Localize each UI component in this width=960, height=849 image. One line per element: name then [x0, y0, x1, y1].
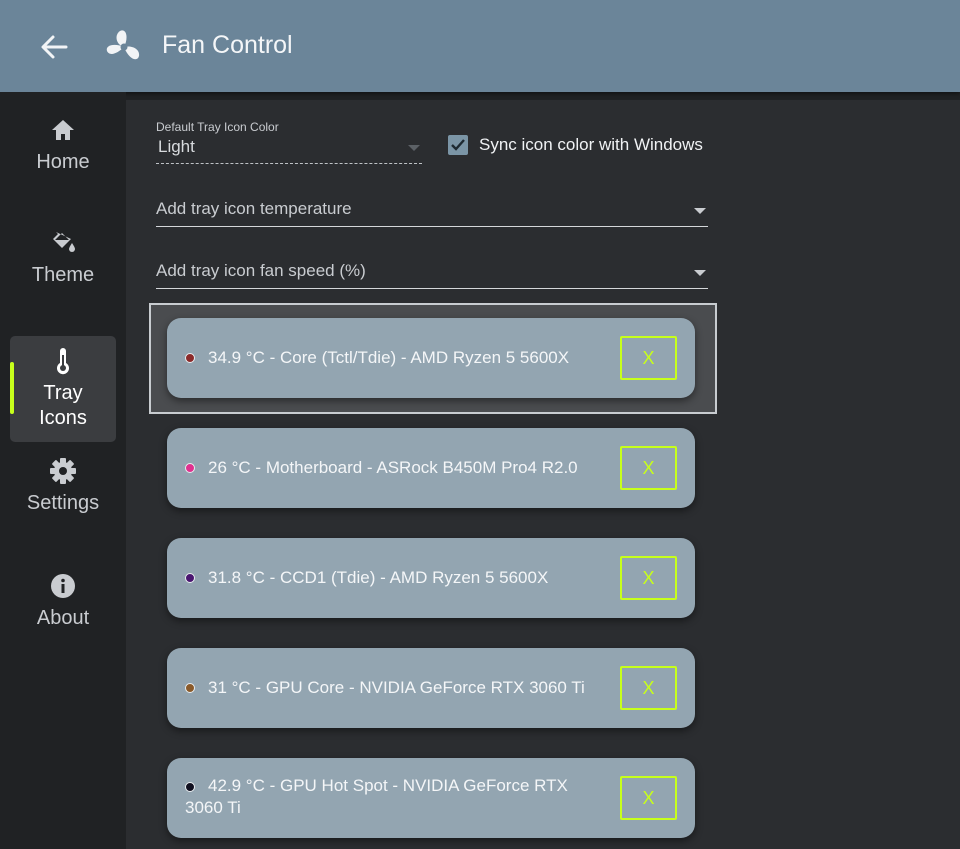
sensor-label: 31 °C - GPU Core - NVIDIA GeForce RTX 30…: [208, 678, 585, 697]
tray-icon-color-label: Default Tray Icon Color: [156, 120, 279, 134]
add-fan-speed-placeholder: Add tray icon fan speed (%): [156, 261, 366, 280]
remove-sensor-button[interactable]: X: [620, 446, 677, 490]
sensor-label: 26 °C - Motherboard - ASRock B450M Pro4 …: [208, 458, 578, 477]
home-icon: [52, 119, 74, 140]
remove-sensor-button[interactable]: X: [620, 666, 677, 710]
app-title: Fan Control: [162, 31, 293, 59]
paint-bucket-icon: [53, 231, 75, 252]
sensor-label: 42.9 °C - GPU Hot Spot - NVIDIA GeForce …: [185, 776, 568, 817]
add-temperature-placeholder: Add tray icon temperature: [156, 199, 352, 218]
remove-sensor-button[interactable]: X: [620, 556, 677, 600]
chevron-down-icon: [694, 270, 706, 276]
sensor-color-dot: [185, 573, 195, 583]
remove-sensor-button[interactable]: X: [620, 336, 677, 380]
nav-label-home: Home: [36, 150, 90, 173]
nav-label-about: About: [36, 606, 90, 629]
sensor-color-dot: [185, 463, 195, 473]
chevron-down-icon: [408, 145, 420, 151]
nav-label-settings: Settings: [26, 491, 100, 514]
nav-label-theme: Theme: [31, 263, 95, 286]
sensor-color-dot: [185, 683, 195, 693]
sensor-label: 34.9 °C - Core (Tctl/Tdie) - AMD Ryzen 5…: [208, 348, 570, 367]
tray-sensor-card[interactable]: 31.8 °C - CCD1 (Tdie) - AMD Ryzen 5 5600…: [167, 538, 695, 618]
tray-sensor-card[interactable]: 34.9 °C - Core (Tctl/Tdie) - AMD Ryzen 5…: [167, 318, 695, 398]
add-temperature-select[interactable]: Add tray icon temperature: [156, 194, 708, 227]
sensor-color-dot: [185, 353, 195, 363]
nav-item-home[interactable]: Home: [10, 92, 116, 198]
sensor-label: 31.8 °C - CCD1 (Tdie) - AMD Ryzen 5 5600…: [208, 568, 549, 587]
fan-icon: [102, 25, 146, 69]
chevron-down-icon: [694, 208, 706, 214]
tray-sensor-card[interactable]: 26 °C - Motherboard - ASRock B450M Pro4 …: [167, 428, 695, 508]
nav-label-tray-icons: Tray Icons: [39, 382, 87, 429]
title-bar: Fan Control: [0, 0, 960, 92]
checkmark-icon: [451, 139, 465, 151]
info-icon: [51, 573, 75, 598]
tray-sensor-card[interactable]: 31 °C - GPU Core - NVIDIA GeForce RTX 30…: [167, 648, 695, 728]
sync-icon-color-checkbox[interactable]: [448, 135, 468, 155]
add-fan-speed-select[interactable]: Add tray icon fan speed (%): [156, 256, 708, 289]
sync-icon-color-label: Sync icon color with Windows: [479, 135, 703, 154]
remove-sensor-button[interactable]: X: [620, 776, 677, 820]
gear-icon: [50, 457, 76, 484]
nav-item-about[interactable]: About: [10, 548, 116, 654]
tray-icon-color-value: Light: [158, 137, 195, 156]
sidebar-nav: Home Theme Tray Icons Settings About: [0, 92, 126, 849]
back-arrow-icon[interactable]: [36, 28, 74, 66]
nav-item-settings[interactable]: Settings: [10, 433, 116, 539]
tray-icon-color-select[interactable]: Light: [156, 133, 422, 164]
thermometer-icon: [57, 348, 69, 375]
nav-item-theme[interactable]: Theme: [10, 205, 116, 311]
nav-item-tray-icons[interactable]: Tray Icons: [10, 336, 116, 442]
tray-sensor-card[interactable]: 42.9 °C - GPU Hot Spot - NVIDIA GeForce …: [167, 758, 695, 838]
